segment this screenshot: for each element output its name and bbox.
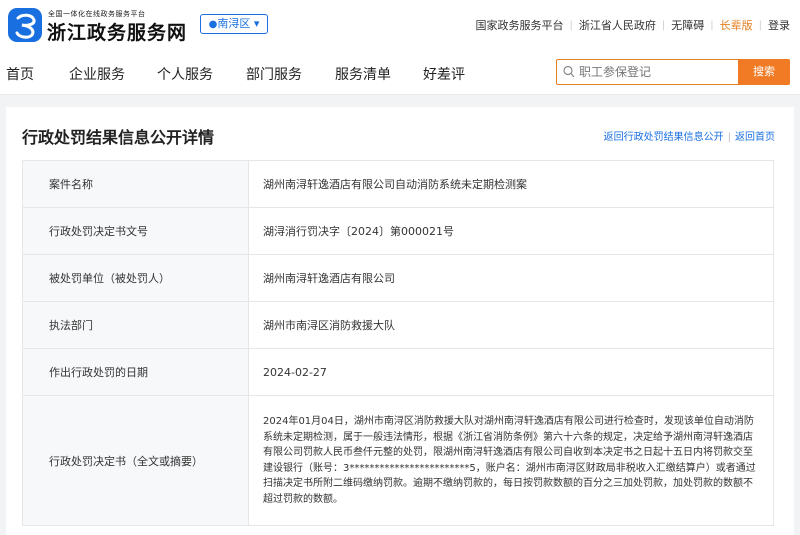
field-label: 被处罚单位（被处罚人） [22, 254, 249, 302]
table-row: 被处罚单位（被处罚人） 湖州南浔轩逸酒店有限公司 [22, 254, 774, 302]
field-value: 湖州南浔轩逸酒店有限公司 [248, 254, 774, 302]
divider: | [569, 19, 573, 31]
back-to-list-link[interactable]: 返回行政处罚结果信息公开 [604, 132, 724, 143]
search-button[interactable]: 搜索 [738, 59, 790, 85]
penalty-info-table: 案件名称 湖州南浔轩逸酒店有限公司自动消防系统未定期检测案 行政处罚决定书文号 … [22, 160, 774, 526]
site-logo-icon[interactable] [8, 8, 42, 42]
field-label: 行政处罚决定书文号 [22, 207, 249, 255]
field-value: 湖浔消行罚决字〔2024〕第000021号 [248, 207, 774, 255]
logo-title[interactable]: 浙江政务服务网 [47, 18, 187, 45]
field-value: 2024-02-27 [248, 348, 774, 396]
field-label: 案件名称 [22, 160, 249, 208]
detail-card: 行政处罚结果信息公开详情 返回行政处罚结果信息公开 | 返回首页 案件名称 湖州南浔… [6, 107, 794, 535]
nav-item-department[interactable]: 部门服务 [246, 64, 302, 84]
back-to-home-link[interactable]: 返回首页 [735, 132, 775, 143]
nav-item-home[interactable]: 首页 [6, 64, 34, 84]
table-row: 执法部门 湖州市南浔区消防救援大队 [22, 301, 774, 349]
top-bar: 全国一体化在线政务服务平台 浙江政务服务网 ●南浔区 ▾ 国家政务服务平台 | … [0, 0, 800, 50]
nav-item-enterprise[interactable]: 企业服务 [69, 64, 125, 84]
field-label: 作出行政处罚的日期 [22, 348, 249, 396]
field-label: 执法部门 [22, 301, 249, 349]
page-title: 行政处罚结果信息公开详情 [22, 128, 215, 147]
card-links: 返回行政处罚结果信息公开 | 返回首页 [604, 128, 775, 143]
nav-item-service-list[interactable]: 服务清单 [335, 64, 391, 84]
field-value: 2024年01月04日，湖州市南浔区消防救援大队对湖州南浔轩逸酒店有限公司进行检… [248, 395, 774, 526]
link-national-platform[interactable]: 国家政务服务平台 [476, 17, 564, 33]
link-login[interactable]: 登录 [768, 17, 790, 33]
search-icon [563, 65, 575, 78]
divider: | [758, 19, 762, 31]
region-label: 南浔区 [217, 17, 251, 30]
region-selector[interactable]: ●南浔区 ▾ [200, 14, 268, 34]
field-label: 行政处罚决定书（全文或摘要） [22, 395, 249, 526]
nav-item-personal[interactable]: 个人服务 [157, 64, 213, 84]
field-value: 湖州南浔轩逸酒店有限公司自动消防系统未定期检测案 [248, 160, 774, 208]
table-row: 作出行政处罚的日期 2024-02-27 [22, 348, 774, 396]
divider: | [661, 19, 666, 31]
nav-item-evaluation[interactable]: 好差评 [423, 64, 465, 84]
divider: | [710, 19, 714, 31]
link-accessibility[interactable]: 无障碍 [671, 17, 704, 33]
table-row: 案件名称 湖州南浔轩逸酒店有限公司自动消防系统未定期检测案 [22, 160, 774, 208]
search-box: 搜索 [556, 59, 790, 85]
top-links: 国家政务服务平台 | 浙江省人民政府 | 无障碍 | 长辈版 | 登录 [476, 17, 791, 33]
field-value: 湖州市南浔区消防救援大队 [248, 301, 774, 349]
divider: | [727, 132, 731, 143]
table-row: 行政处罚决定书（全文或摘要） 2024年01月04日，湖州市南浔区消防救援大队对… [22, 395, 774, 526]
link-elder-mode[interactable]: 长辈版 [720, 17, 753, 33]
table-row: 行政处罚决定书文号 湖浔消行罚决字〔2024〕第000021号 [22, 207, 774, 255]
search-input[interactable] [579, 63, 729, 81]
link-provincial-government[interactable]: 浙江省人民政府 [579, 17, 656, 33]
caret-down-icon: ▾ [250, 17, 260, 30]
